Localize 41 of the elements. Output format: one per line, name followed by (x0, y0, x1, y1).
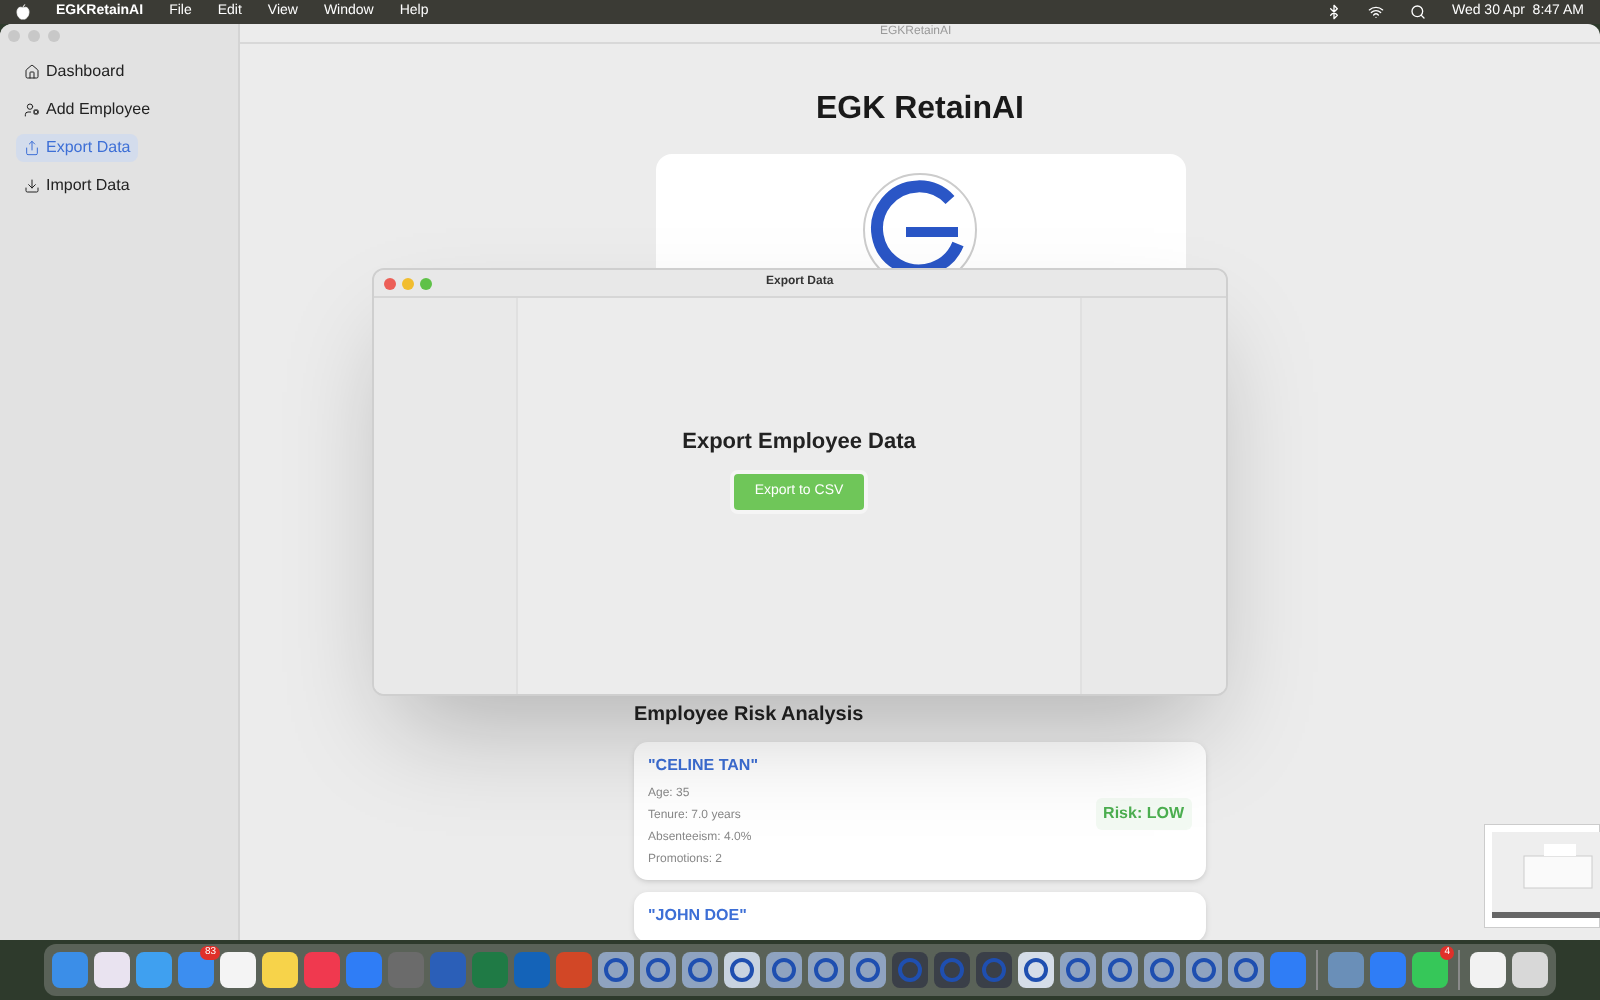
logo-app-icon[interactable] (1060, 952, 1096, 988)
logo-app-icon[interactable] (640, 952, 676, 988)
app-title: EGK RetainAI (815, 94, 1024, 126)
sidebar-item[interactable]: Import Data (16, 172, 138, 200)
app-icon[interactable] (1470, 952, 1506, 988)
zoom-button[interactable] (420, 277, 432, 289)
logo-app-icon[interactable] (724, 952, 760, 988)
person-icon (24, 102, 40, 118)
bluetooth-icon[interactable] (1325, 4, 1342, 20)
employee-name: "JOHN DOE" (648, 904, 749, 928)
sidebar-item[interactable]: Add Employee (16, 96, 159, 124)
app-icon[interactable] (220, 952, 256, 988)
sheet-heading: Export Employee Data (682, 428, 916, 458)
sidebar-item[interactable]: Export Data (16, 134, 139, 162)
close-button[interactable] (384, 277, 396, 289)
app-icon[interactable] (1512, 952, 1548, 988)
dock-divider (1316, 950, 1318, 990)
logo-app-icon[interactable] (766, 952, 802, 988)
logo-app-icon[interactable] (850, 952, 886, 988)
risk-badge: Risk: LOW (1095, 797, 1192, 829)
export-icon (24, 140, 40, 156)
import-icon (24, 178, 40, 194)
logo-app-icon[interactable] (682, 952, 718, 988)
home-icon (24, 64, 40, 80)
search-icon[interactable] (1409, 4, 1426, 20)
app-icon[interactable] (262, 952, 298, 988)
sidebar-item[interactable]: Dashboard (16, 58, 133, 86)
logo-app-icon[interactable] (1186, 952, 1222, 988)
employee-name: "CELINE TAN" (648, 754, 760, 778)
logo-app-icon[interactable] (808, 952, 844, 988)
logo-app-icon[interactable] (1102, 952, 1138, 988)
app-icon[interactable] (1412, 952, 1448, 988)
section-title: Employee Risk Analysis (634, 702, 866, 730)
logo-app-icon[interactable] (1018, 952, 1054, 988)
wifi-icon[interactable] (1367, 4, 1384, 20)
dock-divider (1458, 950, 1460, 990)
apple-icon[interactable] (16, 4, 30, 20)
logo-app-icon[interactable] (1144, 952, 1180, 988)
logo-app-icon[interactable] (1228, 952, 1264, 988)
logo-app-icon[interactable] (598, 952, 634, 988)
app-icon[interactable] (94, 952, 130, 988)
